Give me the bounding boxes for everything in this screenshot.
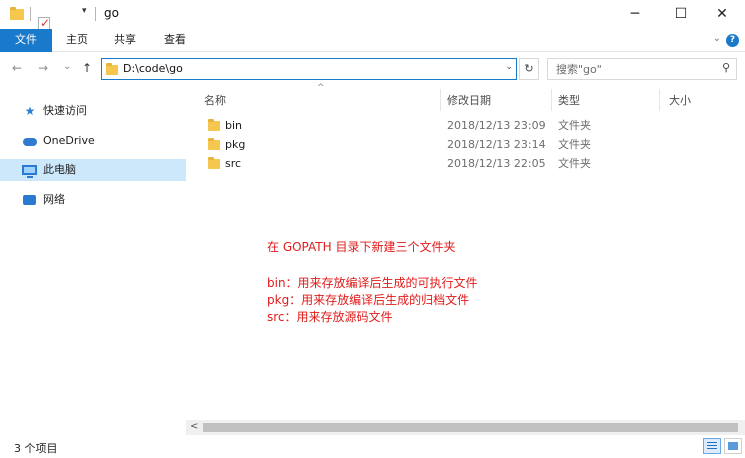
folder-icon [208,119,220,131]
address-dropdown-icon[interactable]: ⌄ [505,62,513,72]
column-divider[interactable] [551,89,552,111]
customize-toolbar-dropdown[interactable]: ▾ [82,6,87,16]
annotation-line: pkg：用来存放编译后生成的归档文件 [267,293,470,307]
sidebar-item-onedrive[interactable]: OneDrive [0,130,186,152]
ribbon-tabs: 文件 主页 共享 查看 ⌄ ? [0,29,745,52]
sidebar-item-quick-access[interactable]: ★ 快速访问 [0,100,186,122]
file-type: 文件夹 [558,138,591,151]
up-arrow-icon[interactable]: ↑ [82,61,92,75]
window-title: go [104,6,119,20]
column-divider[interactable] [440,89,441,111]
sort-ascending-icon: ^ [317,83,325,93]
item-count: 3 个项目 [14,442,58,455]
folder-icon [208,157,220,169]
refresh-icon[interactable]: ↻ [519,58,539,80]
forward-arrow-icon[interactable]: → [38,61,48,75]
computer-icon [22,165,37,178]
status-bar: 3 个项目 [0,435,745,458]
table-row[interactable]: pkg 2018/12/13 23:14 文件夹 [204,135,724,154]
title-bar: ▾ go ─ ☐ ✕ [0,0,745,45]
sidebar-item-label: 快速访问 [43,104,87,117]
file-type: 文件夹 [558,119,591,132]
search-box[interactable]: ⚲ [547,58,737,80]
column-header-name[interactable]: 名称 [204,91,226,111]
file-name: bin [225,119,243,132]
file-date-modified: 2018/12/13 22:05 [447,157,546,170]
address-bar[interactable]: D:\code\go ⌄ [101,58,517,80]
annotation-line: src：用来存放源码文件 [267,310,393,324]
minimize-button[interactable]: ─ [612,0,658,29]
network-icon [23,195,36,205]
expand-ribbon-icon[interactable]: ⌄ [713,33,721,44]
star-icon: ★ [24,104,36,118]
table-row[interactable]: src 2018/12/13 22:05 文件夹 [204,154,724,173]
column-divider[interactable] [659,89,660,111]
column-header-size[interactable]: 大小 [669,91,691,111]
sidebar-item-label: OneDrive [43,134,95,147]
tab-home[interactable]: 主页 [54,29,100,52]
scroll-left-icon[interactable]: < [190,421,198,432]
recent-locations-icon[interactable]: ⌄ [63,61,71,72]
search-input[interactable] [556,62,706,77]
column-header-date-modified[interactable]: 修改日期 [447,91,491,111]
address-path[interactable]: D:\code\go [123,62,183,75]
horizontal-scrollbar[interactable]: < [186,420,745,435]
file-list: ^ 名称 修改日期 类型 大小 bin 2018/12/13 23:09 文件夹… [186,83,745,420]
sidebar-item-label: 此电脑 [43,163,76,176]
column-header-type[interactable]: 类型 [558,91,580,111]
annotation-line: bin：用来存放编译后生成的可执行文件 [267,276,478,290]
tab-share[interactable]: 共享 [102,29,148,52]
navigation-pane: ★ 快速访问 OneDrive 此电脑 网络 [0,85,186,435]
maximize-button[interactable]: ☐ [658,0,704,29]
file-type: 文件夹 [558,157,591,170]
help-icon[interactable]: ? [726,34,739,47]
tab-view[interactable]: 查看 [152,29,198,52]
separator [95,7,96,21]
back-arrow-icon[interactable]: ← [12,61,22,75]
scrollbar-thumb[interactable] [203,423,738,432]
file-name: pkg [225,138,246,151]
cloud-icon [23,138,37,146]
details-view-button[interactable] [703,438,721,454]
sidebar-item-network[interactable]: 网络 [0,189,186,211]
file-date-modified: 2018/12/13 23:09 [447,119,546,132]
details-view-icon [707,442,717,450]
folder-icon [208,138,220,150]
annotation-heading: 在 GOPATH 目录下新建三个文件夹 [267,240,456,254]
folder-icon [10,7,24,20]
file-name: src [225,157,242,170]
separator [30,7,31,21]
file-date-modified: 2018/12/13 23:14 [447,138,546,151]
sidebar-item-label: 网络 [43,193,65,206]
folder-icon [106,63,118,75]
large-icons-view-icon [728,442,738,450]
sidebar-item-this-pc[interactable]: 此电脑 [0,159,186,181]
close-button[interactable]: ✕ [699,0,745,29]
table-row[interactable]: bin 2018/12/13 23:09 文件夹 [204,116,724,135]
large-icons-view-button[interactable] [724,438,742,454]
search-icon[interactable]: ⚲ [722,61,730,74]
navigation-bar: ← → ⌄ ↑ D:\code\go ⌄ ↻ ⚲ [0,52,745,85]
tab-file[interactable]: 文件 [0,29,52,52]
